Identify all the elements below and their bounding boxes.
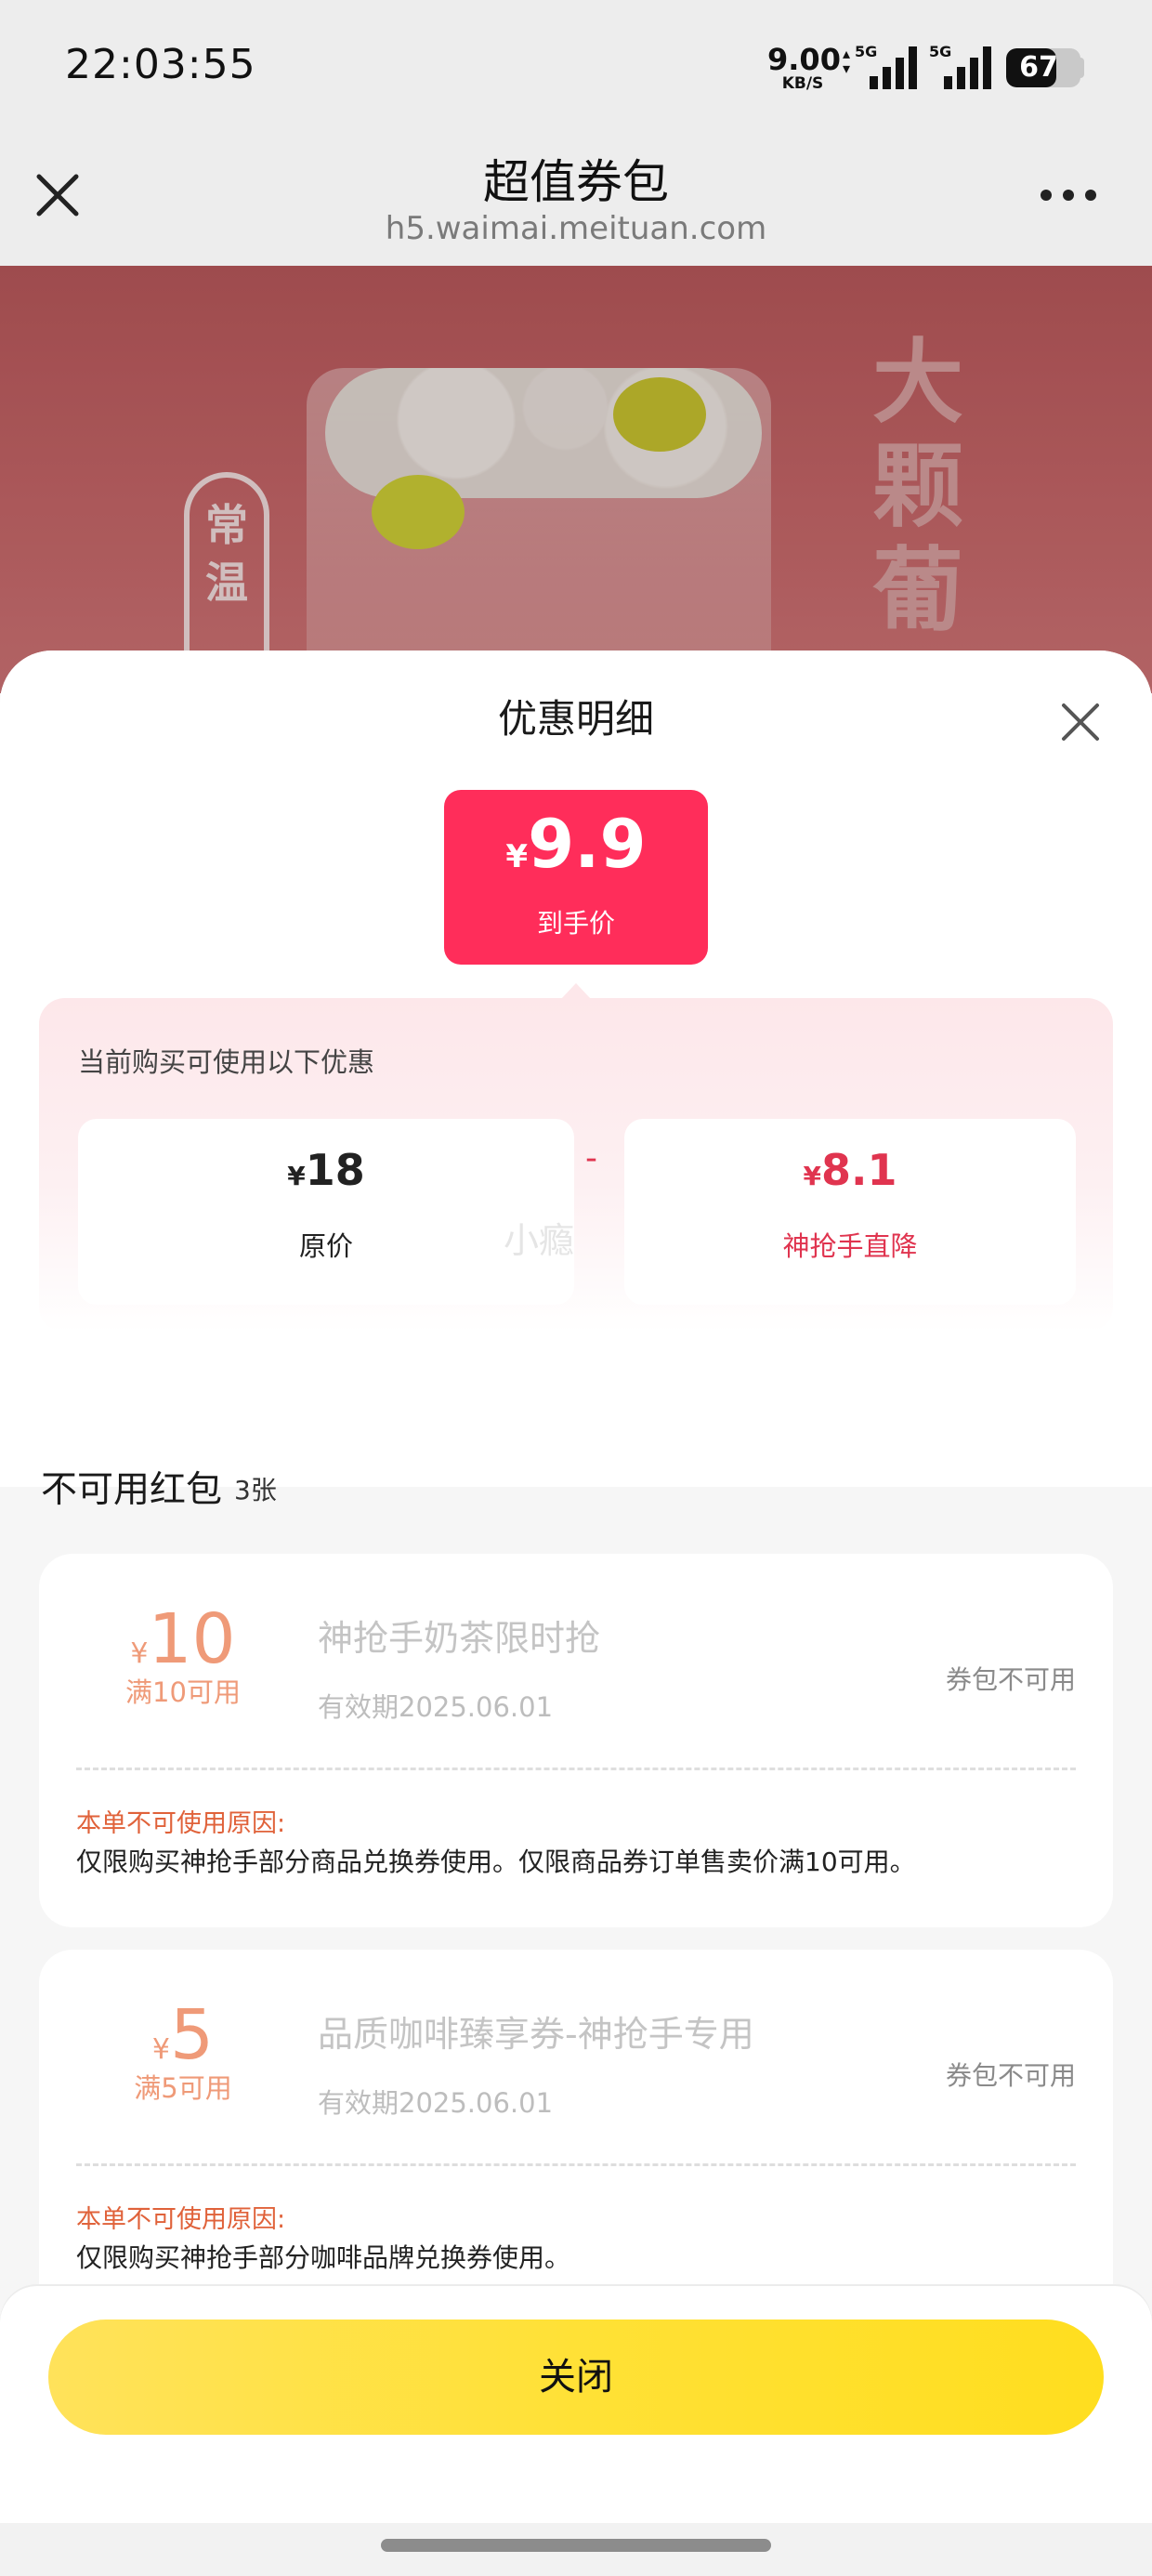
coupon-condition: 满5可用 [134, 2072, 232, 2104]
coupon-validity: 有效期2025.06.01 [318, 2087, 554, 2119]
coupon-amount: ¥5 满5可用 [95, 1998, 271, 2106]
coupon-value: 5 [170, 1995, 215, 2075]
battery-icon: 67 [1006, 48, 1080, 87]
final-price-label: 到手价 [536, 908, 615, 939]
network-rate: 9.00 [767, 42, 841, 77]
coupon-validity: 有效期2025.06.01 [318, 1691, 554, 1723]
network-speed: 9.00 KB/S [767, 42, 841, 93]
original-price-currency: ¥ [287, 1161, 306, 1191]
status-bar: 22:03:55 9.00 KB/S ▴ ▾ 5G 5G 67 [0, 0, 1152, 138]
coupon-condition: 满10可用 [125, 1676, 241, 1708]
discount-value: 8.1 [820, 1145, 897, 1195]
final-price-currency: ¥ [505, 838, 529, 875]
unavailable-count: 3张 [234, 1475, 277, 1505]
original-price-card: ¥18 原价 [78, 1119, 574, 1305]
discount-card: ¥8.1 神抢手直降 [624, 1119, 1076, 1305]
discount-currency: ¥ [803, 1161, 821, 1191]
battery-level: 67 [1019, 51, 1058, 84]
coupon-status: 券包不可用 [945, 2060, 1076, 2091]
coupon-name: 品质咖啡臻享券-神抢手专用 [318, 2014, 754, 2055]
coupon-card[interactable]: ¥10 满10可用 神抢手奶茶限时抢 有效期2025.06.01 券包不可用 本… [39, 1554, 1113, 1927]
sheet-title: 优惠明细 [497, 696, 654, 742]
discount-detail-panel: 当前购买可使用以下优惠 ¥18 原价 - ¥8.1 神抢手直降 小瘾 [39, 998, 1113, 1333]
reason-title: 本单不可使用原因: [76, 1809, 286, 1838]
bottom-action-bar: 关闭 [0, 2286, 1152, 2523]
network-unit: KB/S [781, 74, 824, 93]
reason-text: 仅限购买神抢手部分商品兑换券使用。仅限商品券订单售卖价满10可用。 [76, 1847, 916, 1877]
page: 22:03:55 9.00 KB/S ▴ ▾ 5G 5G 67 超值券包 h5.… [0, 0, 1152, 2576]
data-arrows-icon: ▴ ▾ [843, 45, 851, 77]
page-url: h5.waimai.meituan.com [385, 210, 767, 247]
unavailable-title: 不可用红包 [41, 1469, 223, 1511]
nav-header: 超值券包 h5.waimai.meituan.com [0, 138, 1152, 266]
minus-sign: - [585, 1139, 597, 1177]
modal-overlay[interactable] [0, 266, 1152, 693]
watermark: 小瘾 [504, 1220, 575, 1261]
detail-hint: 当前购买可使用以下优惠 [78, 1046, 375, 1078]
coupon-value: 10 [148, 1599, 236, 1679]
coupon-name: 神抢手奶茶限时抢 [318, 1618, 601, 1659]
coupon-card[interactable]: ¥5 满5可用 品质咖啡臻享券-神抢手专用 有效期2025.06.01 券包不可… [39, 1950, 1113, 2323]
coupon-currency: ¥ [130, 1637, 149, 1670]
signal-icon: 5G [929, 43, 994, 89]
divider [76, 2163, 1076, 2166]
final-price-badge: ¥9.9 到手价 [444, 790, 708, 965]
home-indicator[interactable] [381, 2539, 771, 2552]
original-price-label: 原价 [298, 1230, 353, 1262]
battery-tip [1077, 58, 1084, 78]
final-price-value: 9.9 [528, 805, 647, 883]
close-button[interactable]: 关闭 [48, 2320, 1104, 2435]
coupon-amount: ¥10 满10可用 [95, 1602, 271, 1710]
signal-icon: 5G [855, 43, 920, 89]
reason-title: 本单不可使用原因: [76, 2205, 286, 2234]
more-icon[interactable] [1041, 190, 1096, 203]
coupon-currency: ¥ [151, 2033, 170, 2066]
page-title: 超值券包 [483, 155, 669, 209]
status-time: 22:03:55 [65, 41, 256, 88]
close-icon[interactable] [1057, 699, 1104, 745]
sim2-label: 5G [929, 43, 952, 60]
coupon-status: 券包不可用 [945, 1664, 1076, 1695]
original-price-value: 18 [305, 1145, 365, 1195]
divider [76, 1768, 1076, 1770]
discount-label: 神抢手直降 [782, 1230, 918, 1262]
reason-text: 仅限购买神抢手部分咖啡品牌兑换券使用。 [76, 2242, 571, 2273]
sim1-label: 5G [855, 43, 878, 60]
